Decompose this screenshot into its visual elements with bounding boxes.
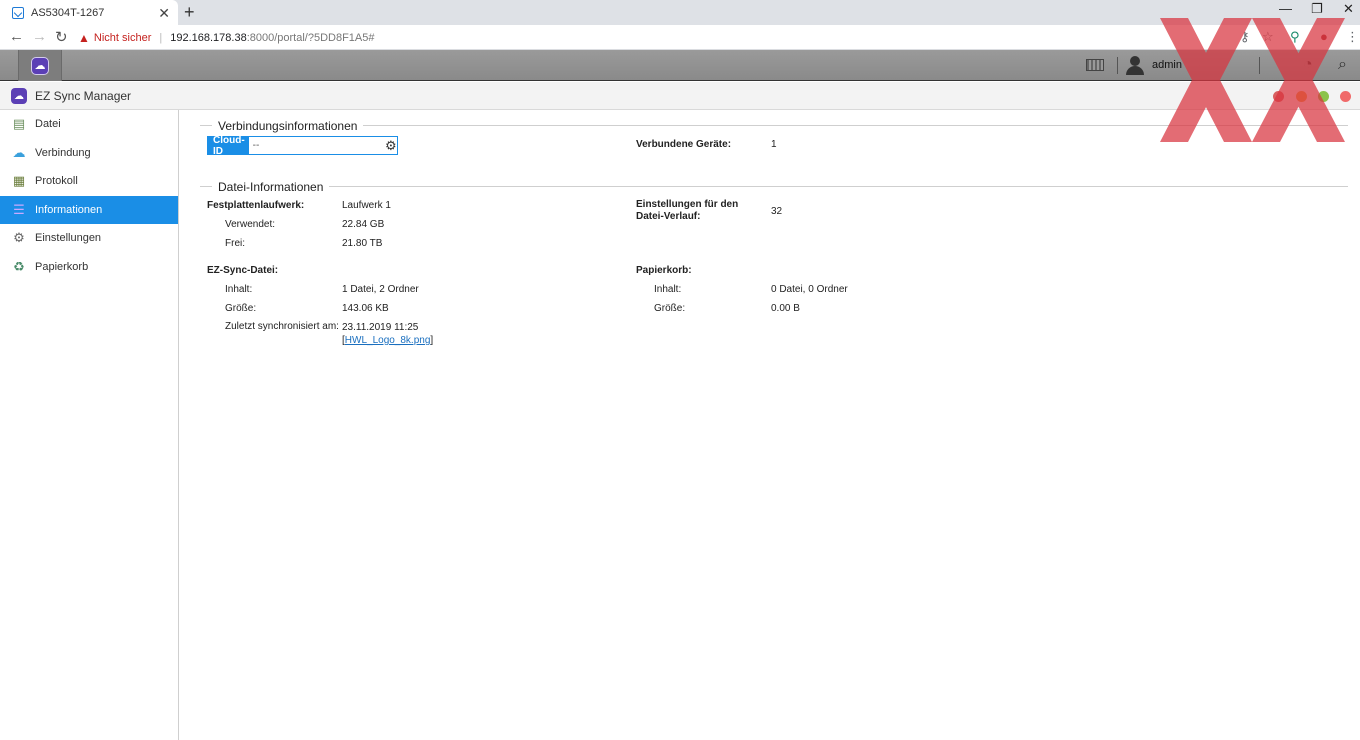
- list-icon: ☰: [13, 202, 25, 217]
- address-separator: |: [159, 31, 163, 44]
- ez-sync-app-icon: ☁: [31, 56, 49, 75]
- sidebar-item-protokoll[interactable]: ▦ Protokoll: [0, 167, 178, 195]
- browser-tab[interactable]: AS5304T-1267 ✕: [0, 0, 178, 25]
- sidebar-item-verbindung[interactable]: ☁ Verbindung: [0, 139, 178, 167]
- close-tab-icon[interactable]: ✕: [158, 6, 170, 20]
- warning-icon: ▲: [78, 30, 90, 45]
- last-sync-file-wrap: [HWL_Logo_8k.png]: [342, 335, 434, 346]
- last-sync-label: Zuletzt synchronisiert am:: [225, 321, 339, 332]
- sidebar-item-label: Verbindung: [35, 147, 91, 159]
- sidebar-item-datei[interactable]: ▤ Datei: [0, 110, 178, 138]
- new-tab-icon[interactable]: +: [184, 2, 195, 23]
- user-icon[interactable]: [1126, 56, 1144, 75]
- cloud-icon: ☁: [12, 145, 26, 160]
- browser-toolbar: ← → ↻ ▲ Nicht sicher | 192.168.178.38 :8…: [0, 25, 1360, 50]
- reload-icon[interactable]: ↻: [55, 28, 68, 46]
- search-icon[interactable]: ⌕: [1338, 56, 1347, 74]
- trash-content-value: 0 Datei, 0 Ordner: [771, 284, 848, 295]
- topbar-divider: [1259, 57, 1260, 74]
- used-value: 22.84 GB: [342, 219, 385, 230]
- forward-icon[interactable]: →: [32, 28, 47, 45]
- last-sync-value: 23.11.2019 11:25: [342, 322, 419, 333]
- trash-label: Papierkorb:: [636, 265, 692, 276]
- free-label: Frei:: [225, 238, 245, 249]
- sidebar-item-label: Papierkorb: [35, 261, 89, 273]
- close-window-icon[interactable]: ✕: [1343, 1, 1354, 17]
- back-icon[interactable]: ←: [9, 28, 24, 45]
- clipboard-icon: ▦: [12, 173, 26, 188]
- window-dot-orange-icon[interactable]: [1296, 91, 1307, 102]
- sidebar-item-label: Datei: [35, 118, 61, 130]
- cloud-id-field: Cloud-ID ⚙: [207, 135, 398, 157]
- used-label: Verwendet:: [225, 219, 276, 230]
- dashboard-icon[interactable]: ◔: [1303, 56, 1313, 74]
- window-dot-green-icon[interactable]: [1318, 91, 1329, 102]
- username-label[interactable]: admin: [1152, 59, 1182, 71]
- nas-favicon-icon: [12, 6, 24, 19]
- document-icon: ▤: [12, 116, 26, 131]
- nas-top-bar: ☁ admin ◔ ⌕: [0, 50, 1360, 81]
- sidebar-item-label: Protokoll: [35, 175, 78, 187]
- disk-label: Festplattenlaufwerk:: [207, 200, 305, 211]
- trash-content-label: Inhalt:: [654, 284, 682, 295]
- cloud-id-label: Cloud-ID: [208, 135, 249, 157]
- sidebar-item-einstellungen[interactable]: ⚙ Einstellungen: [0, 224, 178, 252]
- url-host: 192.168.178.38: [170, 31, 247, 44]
- connected-devices-label: Verbundene Geräte:: [636, 139, 732, 150]
- section-divider: [200, 186, 1348, 187]
- ez-size-label: Größe:: [225, 303, 257, 314]
- topbar-divider: [1117, 57, 1118, 74]
- disk-value: Laufwerk 1: [342, 200, 391, 211]
- sidebar-item-papierkorb[interactable]: ♻ Papierkorb: [0, 253, 178, 281]
- sidebar: ▤ Datei ☁ Verbindung ▦ Protokoll ☰ Infor…: [0, 110, 179, 740]
- key-icon[interactable]: ⚷: [1240, 29, 1250, 45]
- trash-size-label: Größe:: [654, 303, 686, 314]
- minimize-window-icon[interactable]: —: [1279, 1, 1292, 16]
- restore-window-icon[interactable]: ❐: [1311, 1, 1323, 17]
- connected-devices-value: 1: [771, 139, 777, 150]
- free-value: 21.80 TB: [342, 238, 383, 249]
- security-label: Nicht sicher: [93, 31, 152, 44]
- ez-sync-app-icon: ☁: [11, 88, 27, 104]
- ez-size-value: 143.06 KB: [342, 303, 389, 314]
- window-close-dot-icon[interactable]: [1340, 91, 1351, 102]
- section-title-connection: Verbindungsinformationen: [212, 119, 364, 133]
- browser-tab-title: AS5304T-1267: [31, 6, 105, 19]
- file-history-label: Einstellungen für den Datei-Verlauf:: [636, 199, 739, 222]
- menu-dots-icon[interactable]: ⋮: [1346, 29, 1359, 45]
- ez-sync-file-label: EZ-Sync-Datei:: [207, 265, 279, 276]
- profile-icon[interactable]: ●: [1320, 29, 1328, 44]
- section-divider: [200, 125, 1348, 126]
- keyboard-icon[interactable]: [1086, 59, 1104, 71]
- gear-icon: ⚙: [13, 230, 25, 245]
- trash-size-value: 0.00 B: [771, 303, 800, 314]
- cloud-id-input[interactable]: [248, 137, 385, 154]
- file-history-value: 32: [771, 206, 783, 217]
- extension-icon[interactable]: ⚲: [1290, 29, 1300, 45]
- ez-content-label: Inhalt:: [225, 284, 253, 295]
- sidebar-item-label: Informationen: [35, 204, 103, 216]
- recycle-icon: ♻: [13, 259, 25, 274]
- browser-tab-strip: AS5304T-1267 ✕ + — ❐ ✕: [0, 0, 1360, 25]
- ez-content-value: 1 Datei, 2 Ordner: [342, 284, 419, 295]
- bookmark-star-icon[interactable]: ☆: [1262, 29, 1274, 45]
- app-window-header: ☁ EZ Sync Manager: [0, 82, 1360, 110]
- address-bar[interactable]: ▲ Nicht sicher | 192.168.178.38 :8000/po…: [78, 28, 375, 47]
- sidebar-item-informationen[interactable]: ☰ Informationen: [0, 196, 178, 224]
- taskbar-app-button[interactable]: ☁: [18, 50, 62, 81]
- url-path: :8000/portal/?5DD8F1A5#: [246, 31, 375, 44]
- sidebar-item-label: Einstellungen: [35, 232, 102, 244]
- main-content: Verbindungsinformationen Cloud-ID ⚙ Verb…: [180, 110, 1360, 740]
- section-title-file-info: Datei-Informationen: [212, 180, 330, 194]
- cloud-id-settings-gear-icon[interactable]: ⚙: [385, 137, 397, 154]
- window-dot-red-icon[interactable]: [1273, 91, 1284, 102]
- app-title: EZ Sync Manager: [35, 89, 132, 103]
- last-sync-file-link[interactable]: HWL_Logo_8k.png: [345, 335, 431, 346]
